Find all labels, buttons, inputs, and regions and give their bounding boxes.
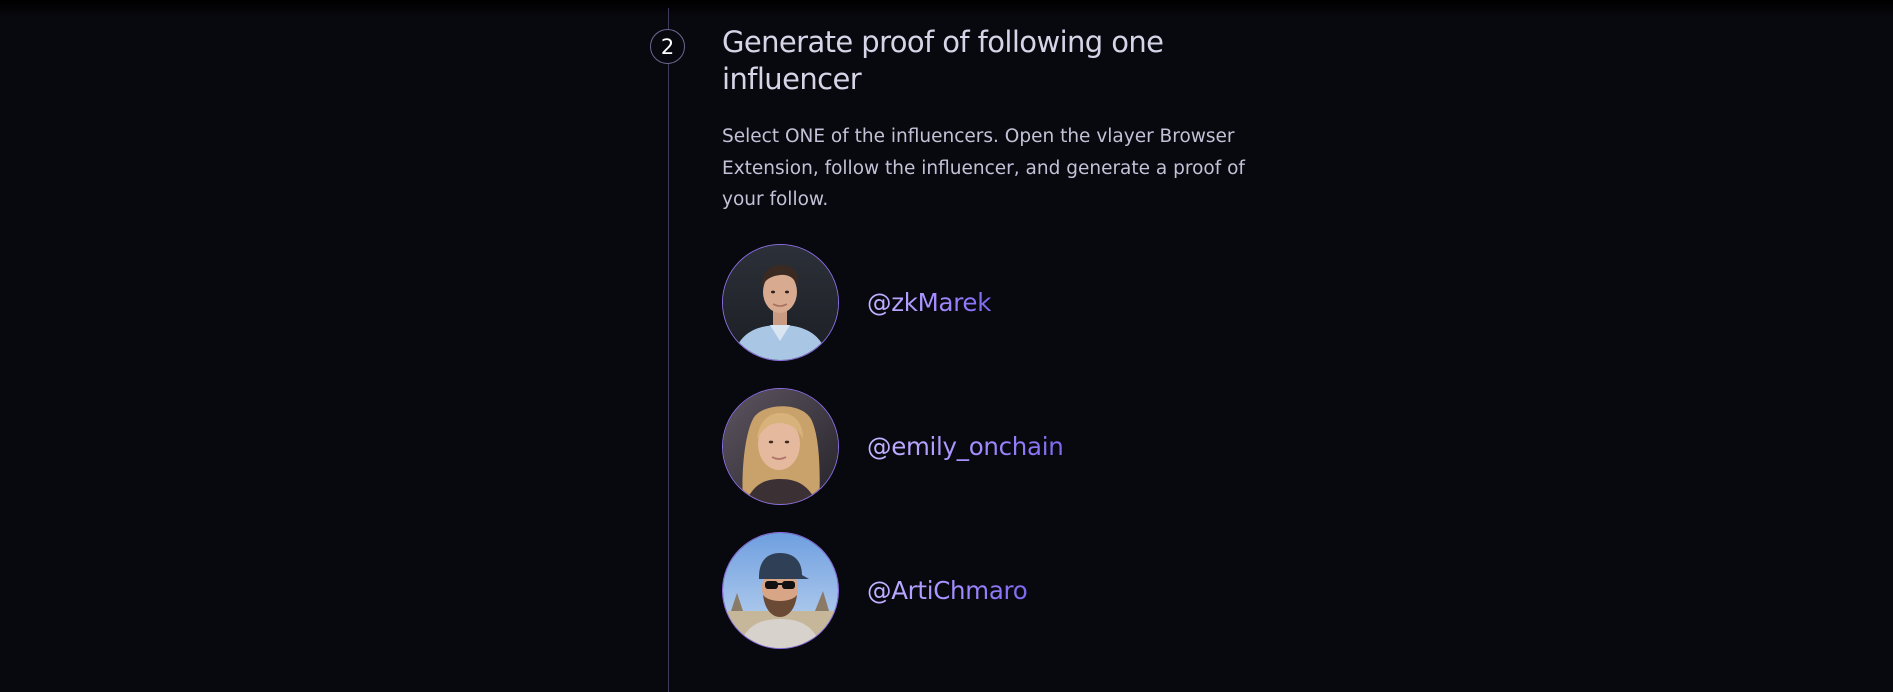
- step-number-badge: 2: [650, 29, 685, 64]
- influencer-list: @zkMarek @emily_onchain @ArtiChmaro: [722, 244, 1064, 676]
- avatar: [722, 388, 839, 505]
- influencer-handle[interactable]: @emily_onchain: [867, 432, 1064, 461]
- influencer-item-artichmaro[interactable]: @ArtiChmaro: [722, 532, 1063, 649]
- avatar: [722, 532, 839, 649]
- influencer-handle[interactable]: @ArtiChmaro: [867, 576, 1028, 605]
- step-title: Generate proof of following one influenc…: [722, 25, 1164, 96]
- influencer-item-emily-onchain[interactable]: @emily_onchain: [722, 388, 1064, 505]
- avatar-photo-icon: [723, 389, 838, 504]
- timeline-line: [668, 8, 669, 692]
- avatar: [722, 244, 839, 361]
- step-description: Select ONE of the influencers. Open the …: [722, 126, 1245, 210]
- avatar-photo-icon: [723, 245, 838, 360]
- avatar-photo-icon: [723, 533, 838, 648]
- step-content: Generate proof of following one influenc…: [722, 24, 1282, 216]
- top-shade: [0, 0, 1893, 18]
- influencer-item-zkmarek[interactable]: @zkMarek: [722, 244, 1063, 361]
- influencer-handle[interactable]: @zkMarek: [867, 288, 991, 317]
